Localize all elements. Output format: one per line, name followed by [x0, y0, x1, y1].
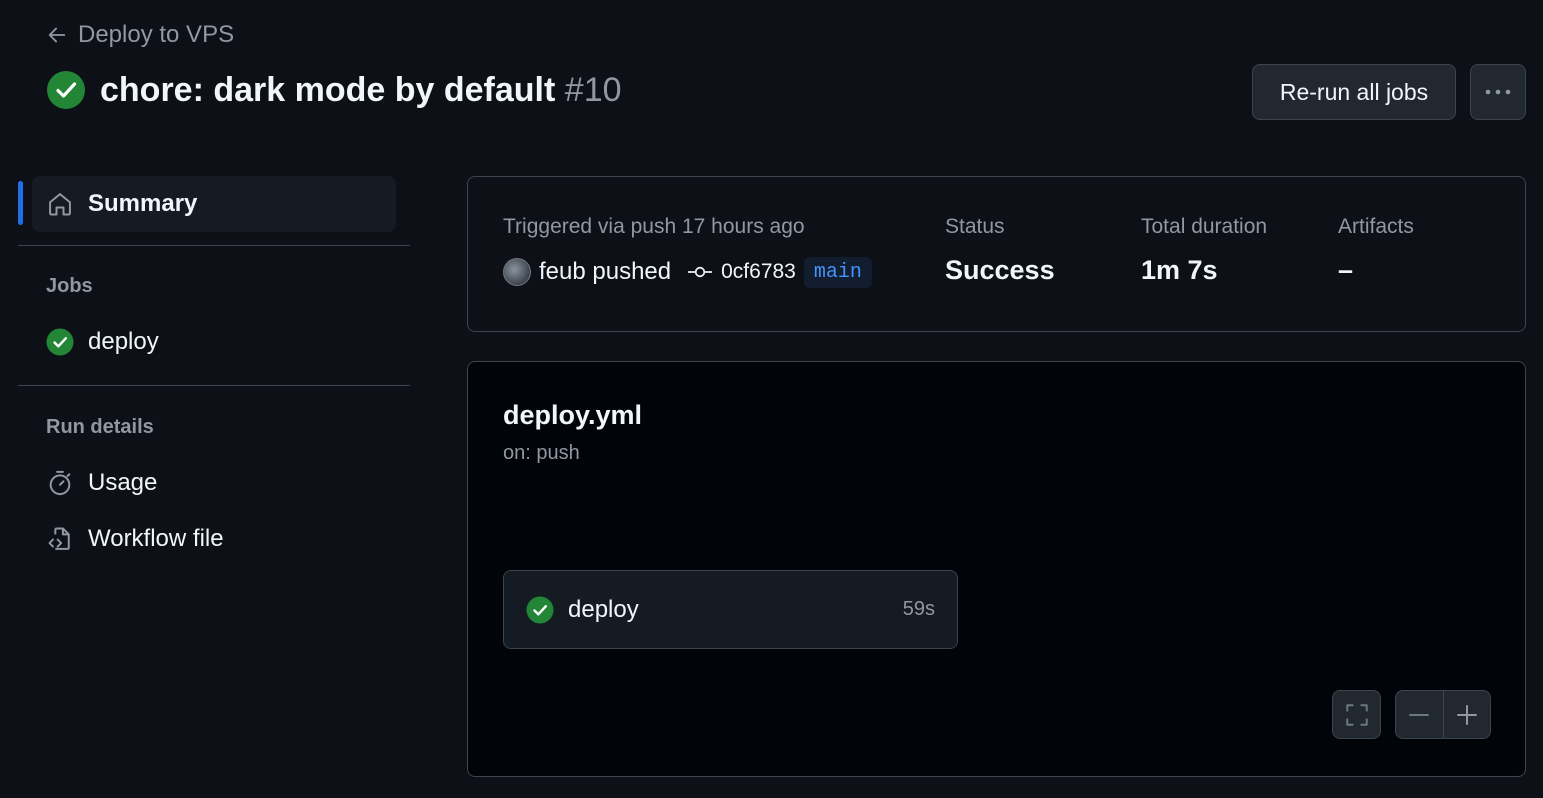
run-summary-card: [467, 176, 1526, 332]
more-options-button[interactable]: [1470, 64, 1526, 120]
sidebar-item-summary[interactable]: Summary: [32, 176, 396, 232]
check-circle-icon: [46, 328, 74, 356]
sidebar-item-usage[interactable]: Usage: [46, 463, 157, 503]
jobs-heading: Jobs: [46, 275, 93, 297]
fullscreen-button[interactable]: [1332, 690, 1381, 739]
zoom-out-button[interactable]: [1396, 691, 1443, 738]
sidebar-item-workflow-file[interactable]: Workflow file: [46, 519, 224, 559]
back-link-label: Deploy to VPS: [78, 21, 235, 48]
sidebar-item-label: Usage: [88, 469, 158, 496]
workflow-file-name: deploy.yml: [503, 400, 643, 430]
sidebar-item-label: Summary: [88, 190, 198, 217]
check-circle-icon: [46, 70, 86, 110]
push-info: feub pushed 0cf6783 main: [503, 255, 872, 289]
artifacts-label: Artifacts: [1338, 215, 1414, 238]
minus-icon: [1408, 704, 1430, 726]
job-name: deploy: [568, 595, 639, 623]
stopwatch-icon: [46, 469, 74, 497]
plus-icon: [1456, 704, 1478, 726]
back-link[interactable]: Deploy to VPS: [46, 20, 234, 50]
commit-sha-link[interactable]: 0cf6783: [721, 260, 796, 284]
run-details-heading: Run details: [46, 416, 154, 438]
fullscreen-icon: [1344, 702, 1370, 728]
kebab-horizontal-icon: [1484, 88, 1512, 96]
actor-text[interactable]: feub pushed: [539, 258, 671, 286]
status-label: Status: [945, 215, 1005, 238]
branch-badge[interactable]: main: [803, 256, 872, 288]
git-commit-icon: [687, 265, 713, 279]
active-indicator: [18, 181, 23, 225]
page-title: chore: dark mode by default #10: [46, 68, 622, 112]
avatar[interactable]: [503, 258, 531, 286]
status-value: Success: [945, 255, 1055, 285]
file-code-icon: [46, 525, 74, 553]
arrow-left-icon: [46, 24, 68, 46]
duration-value[interactable]: 1m 7s: [1141, 255, 1218, 286]
trigger-label: Triggered via push 17 hours ago: [503, 215, 805, 238]
zoom-in-button[interactable]: [1444, 691, 1491, 738]
home-icon: [46, 190, 74, 218]
artifacts-value: –: [1338, 255, 1354, 285]
job-duration: 59s: [902, 598, 935, 620]
sidebar-item-job-deploy[interactable]: deploy: [46, 322, 159, 362]
sidebar-item-label: deploy: [88, 328, 159, 355]
sidebar-divider: [18, 245, 410, 246]
sidebar-divider: [18, 385, 410, 386]
run-title: chore: dark mode by default: [100, 70, 556, 109]
zoom-controls: [1395, 690, 1491, 739]
run-number: #10: [564, 70, 622, 109]
rerun-label: Re-run all jobs: [1279, 78, 1429, 105]
job-node-deploy[interactable]: deploy 59s: [503, 570, 958, 649]
check-circle-icon: [526, 596, 554, 624]
duration-label: Total duration: [1141, 215, 1268, 238]
workflow-trigger: on: push: [503, 442, 580, 464]
sidebar-item-label: Workflow file: [88, 525, 224, 552]
rerun-all-jobs-button[interactable]: Re-run all jobs: [1252, 64, 1456, 120]
